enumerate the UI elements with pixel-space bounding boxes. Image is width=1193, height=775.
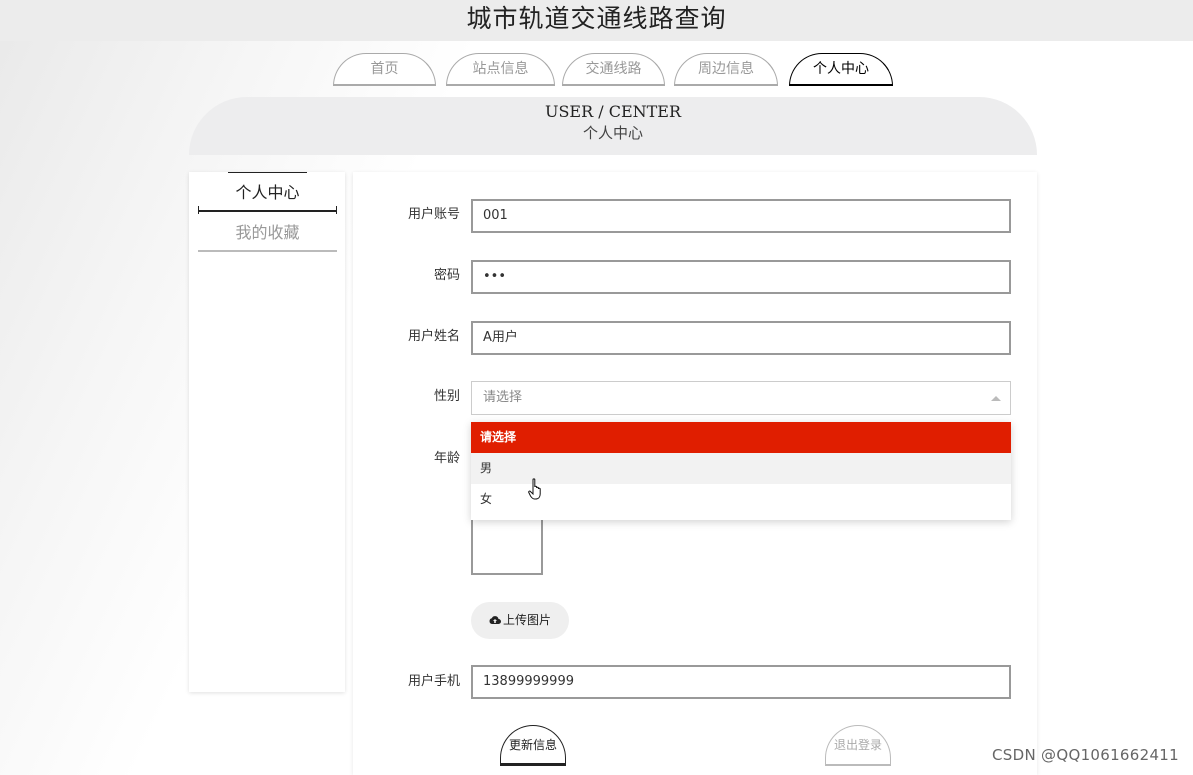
gender-option-male[interactable]: 男 [471,453,1011,484]
page-banner: USER / CENTER 个人中心 [189,97,1037,155]
site-title: 城市轨道交通线路查询 [466,4,727,33]
tab-nearby-info[interactable]: 周边信息 [674,53,778,86]
tab-transit-lines[interactable]: 交通线路 [562,53,665,86]
banner-title-cn: 个人中心 [582,124,643,142]
upload-image-label: 上传图片 [502,613,551,627]
logout-button[interactable]: 退出登录 [825,725,891,766]
password-input[interactable]: ••• [471,260,1011,294]
csdn-watermark: CSDN @QQ1061662411 [992,746,1179,764]
gender-select-value: 请选择 [483,390,523,405]
update-info-button[interactable]: 更新信息 [500,725,566,766]
sidebar: 个人中心 我的收藏 [189,172,345,692]
name-input[interactable]: A用户 [471,321,1011,355]
gender-dropdown: 请选择 男 女 [471,422,1011,520]
name-label: 用户姓名 [407,329,460,344]
tab-home[interactable]: 首页 [333,53,436,86]
sidebar-tick-left [198,206,199,214]
hand-pointer-icon [528,478,541,500]
tab-user-center[interactable]: 个人中心 [789,53,893,86]
account-input[interactable]: 001 [471,199,1011,233]
sidebar-item-user-center[interactable]: 个人中心 [198,172,337,212]
phone-label: 用户手机 [407,674,460,689]
gender-option-placeholder[interactable]: 请选择 [471,422,1011,453]
caret-up-icon [991,396,1001,401]
gender-select[interactable]: 请选择 [471,381,1011,415]
password-label: 密码 [433,268,460,283]
gender-label: 性别 [433,389,460,404]
sidebar-item-favorites[interactable]: 我的收藏 [198,214,337,252]
phone-input[interactable]: 13899999999 [471,665,1011,699]
gender-option-female[interactable]: 女 [471,484,1011,515]
main-nav: 首页 站点信息 交通线路 周边信息 个人中心 [0,53,1193,89]
upload-image-button[interactable]: 上传图片 [471,602,569,639]
profile-form-panel: 用户账号 001 密码 ••• 用户姓名 A用户 性别 请选择 年龄 请选择 男… [353,172,1037,775]
banner-title-en: USER / CENTER [544,102,682,121]
top-bar: 城市轨道交通线路查询 [0,0,1193,41]
age-label: 年龄 [433,451,460,466]
account-label: 用户账号 [407,207,460,222]
sidebar-tick-right [336,206,337,214]
cloud-upload-icon [489,616,501,624]
tab-station-info[interactable]: 站点信息 [446,53,555,86]
